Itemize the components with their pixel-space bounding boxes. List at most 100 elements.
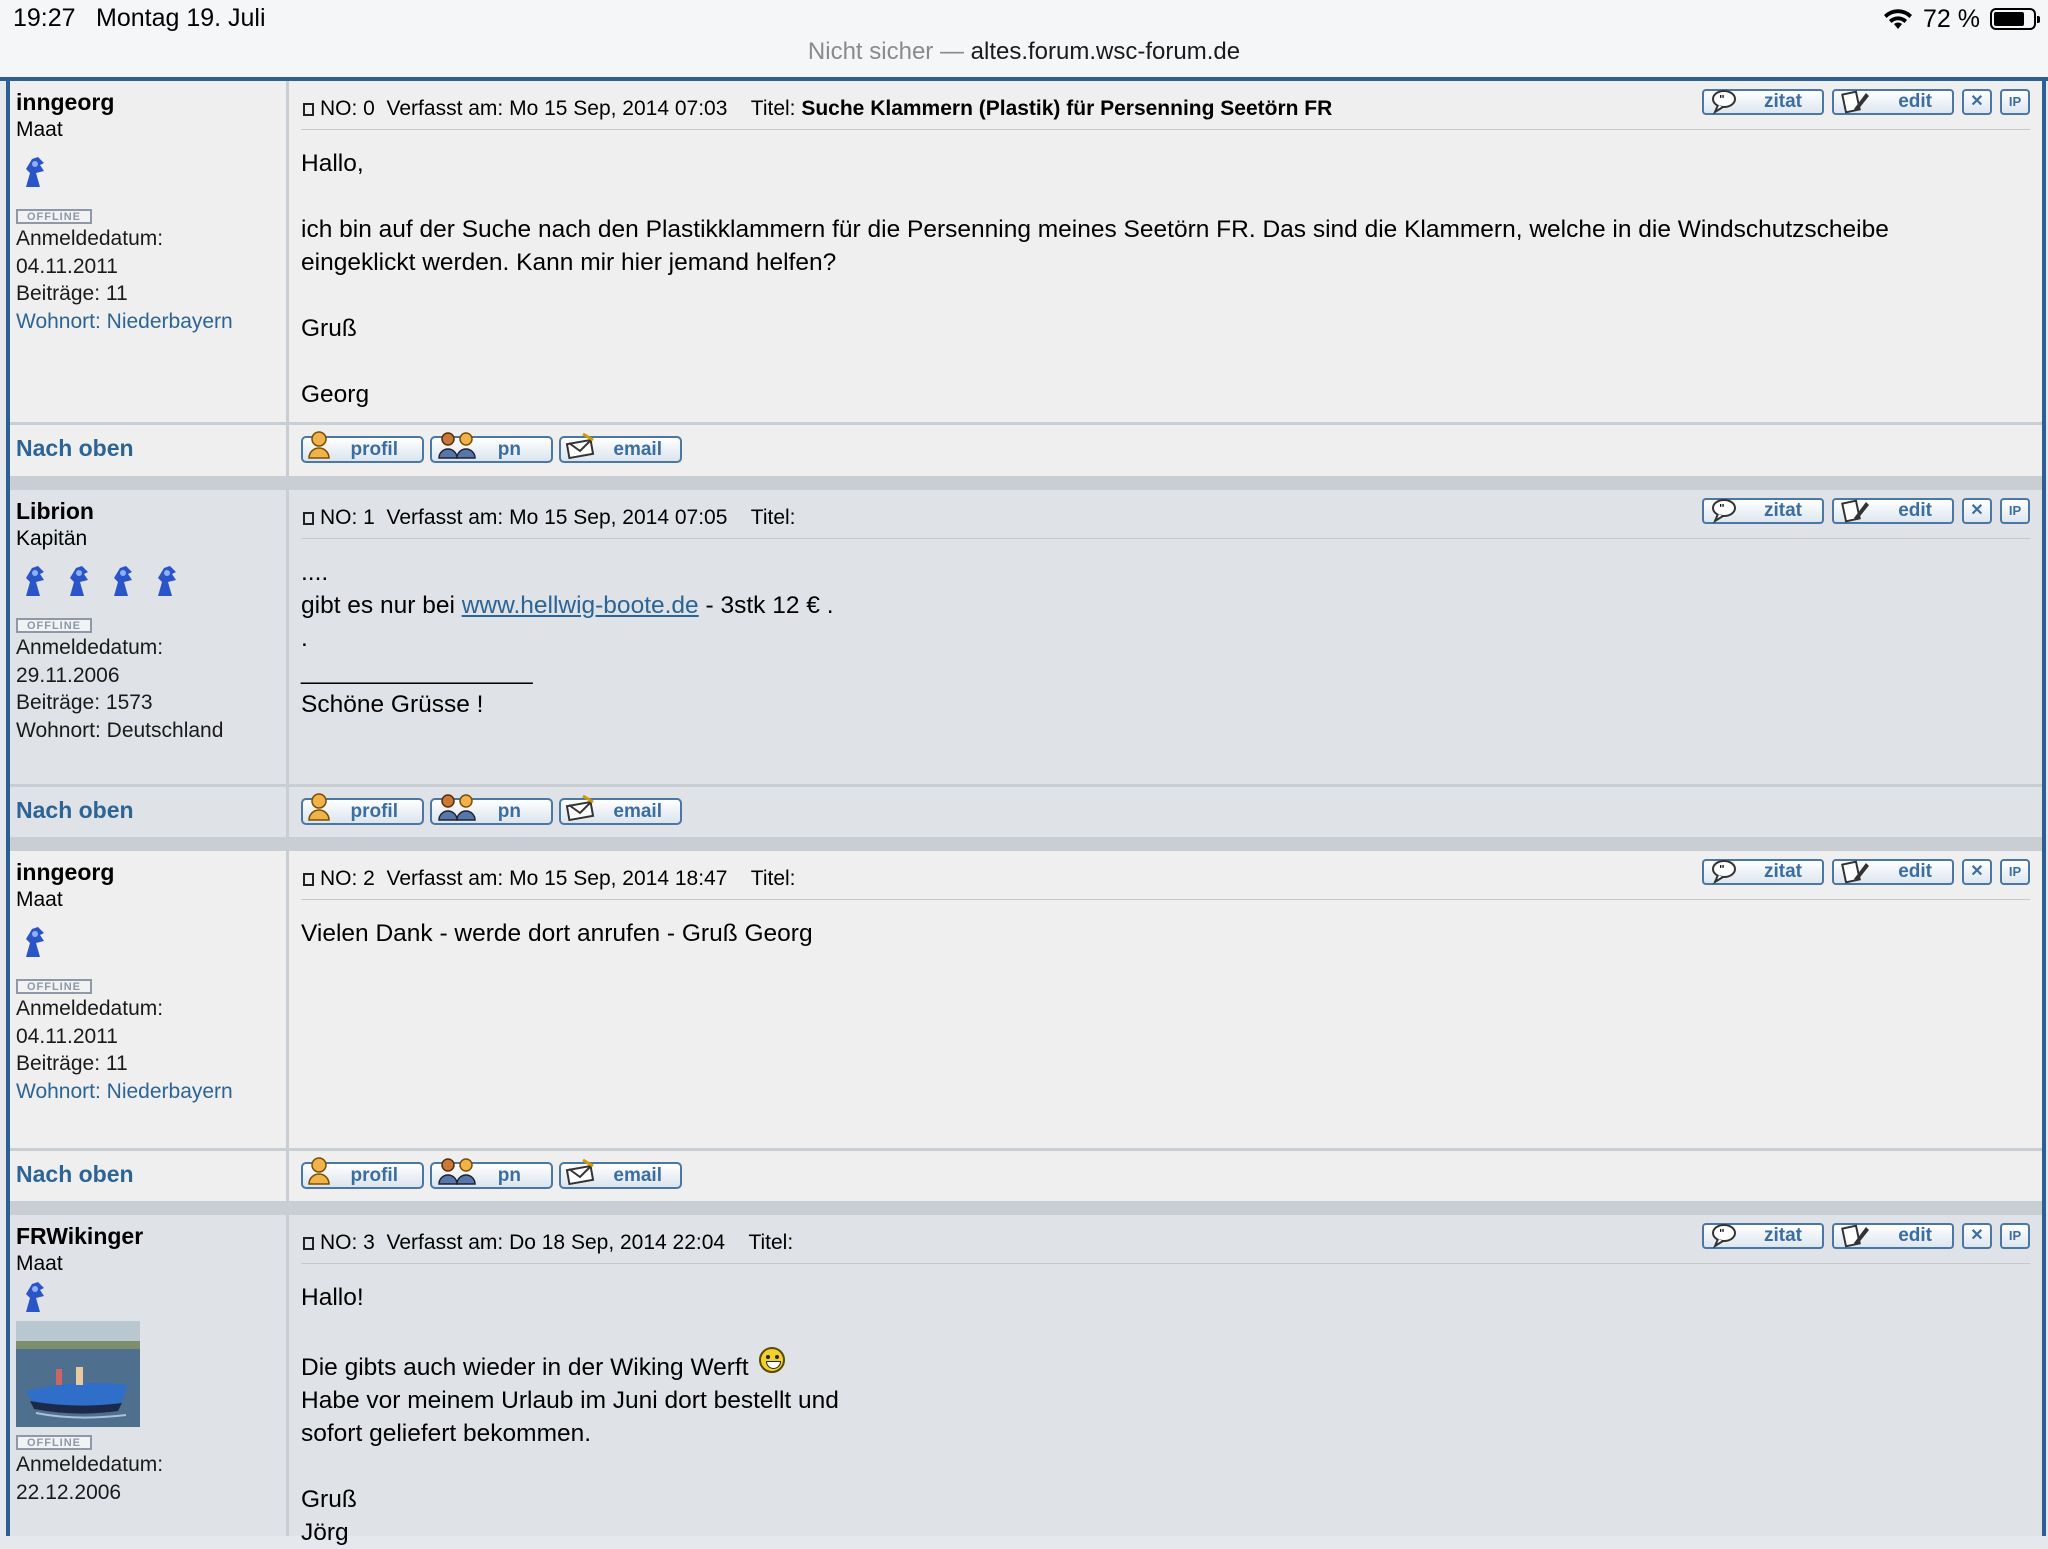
- quote-button[interactable]: " zitat: [1702, 498, 1824, 524]
- email-button[interactable]: email: [559, 794, 682, 825]
- delete-button[interactable]: ✕: [1962, 1223, 1992, 1249]
- hellwig-boote-link[interactable]: www.hellwig-boote.de: [462, 592, 699, 619]
- quote-button[interactable]: " zitat: [1702, 859, 1824, 885]
- post-count: Beiträge: 11: [16, 1052, 128, 1075]
- author-name[interactable]: FRWikinger: [16, 1221, 286, 1251]
- ios-status-bar: 19:27 Montag 19. Juli 72 % Nicht sicher …: [0, 0, 2048, 80]
- author-rank: Maat: [16, 1252, 63, 1275]
- profile-button[interactable]: profil: [301, 431, 424, 463]
- post-0: inngeorg Maat OFFLINE Anmeldedatum: 04.1…: [10, 81, 2042, 476]
- location: Wohnort: Niederbayern: [16, 309, 233, 333]
- post-number: NO: 3: [320, 1231, 375, 1254]
- join-date: 04.11.2011: [16, 1024, 118, 1048]
- rank-icons: [16, 552, 286, 610]
- edit-button[interactable]: edit: [1832, 1223, 1954, 1249]
- sailor-rank-icon: [26, 1282, 44, 1312]
- users-icon: [438, 794, 476, 821]
- profile-button[interactable]: profil: [301, 793, 424, 825]
- email-icon: [565, 1158, 595, 1186]
- edit-button[interactable]: edit: [1832, 89, 1954, 115]
- post-number: NO: 1: [320, 506, 375, 529]
- address-bar[interactable]: Nicht sicher — altes.forum.wsc-forum.de: [0, 38, 2048, 66]
- private-message-button[interactable]: pn: [430, 432, 553, 463]
- post-text: Vielen Dank - werde dort anrufen - Gruß …: [301, 920, 813, 947]
- post-header: NO: 0 Verfasst am: Mo 15 Sep, 2014 07:03…: [301, 89, 2030, 130]
- post-number: NO: 0: [320, 97, 375, 120]
- users-icon: [438, 432, 476, 459]
- join-date-label: Anmeldedatum:: [16, 997, 164, 1020]
- delete-button[interactable]: ✕: [1962, 859, 1992, 885]
- join-date: 29.11.2006: [16, 663, 120, 687]
- post-author-panel: inngeorg Maat OFFLINE Anmeldedatum: 04.1…: [10, 851, 286, 1148]
- location: Wohnort: Deutschland: [16, 718, 224, 742]
- battery-percentage: 72 %: [1923, 4, 1980, 33]
- post-icon: [303, 873, 314, 886]
- back-to-top-link[interactable]: Nach oben: [16, 797, 134, 824]
- post-icon: [303, 1237, 314, 1250]
- profile-button[interactable]: profil: [301, 1157, 424, 1189]
- delete-icon: ✕: [1970, 863, 1984, 880]
- post-2: inngeorg Maat OFFLINE Anmeldedatum: 04.1…: [10, 851, 2042, 1201]
- quote-icon: ": [1712, 90, 1736, 115]
- ip-button[interactable]: IP: [2000, 1223, 2030, 1249]
- back-to-top-link[interactable]: Nach oben: [16, 1161, 134, 1188]
- post-header: NO: 3 Verfasst am: Do 18 Sep, 2014 22:04…: [301, 1223, 2030, 1264]
- offline-badge: OFFLINE: [16, 209, 92, 224]
- author-rank: Maat: [16, 888, 63, 911]
- delete-button[interactable]: ✕: [1962, 498, 1992, 524]
- join-date: 04.11.2011: [16, 254, 118, 278]
- back-to-top-link[interactable]: Nach oben: [16, 435, 134, 462]
- rank-icons: [16, 143, 286, 201]
- delete-button[interactable]: ✕: [1962, 89, 1992, 115]
- quote-button[interactable]: " zitat: [1702, 1223, 1824, 1249]
- delete-icon: ✕: [1970, 93, 1984, 110]
- title-label: Titel:: [748, 1231, 794, 1254]
- not-secure-label: Nicht sicher —: [807, 38, 964, 65]
- quote-icon: ": [1712, 860, 1736, 885]
- post-3: FRWikinger Maat OFFLINE Anmeldedatum: 22…: [10, 1215, 2042, 1546]
- post-footer-right: profil pn email: [289, 425, 2042, 476]
- avatar-boat-photo: [16, 1321, 140, 1427]
- offline-badge: OFFLINE: [16, 1435, 92, 1450]
- post-body: NO: 2 Verfasst am: Mo 15 Sep, 2014 18:47…: [289, 851, 2042, 1148]
- email-button[interactable]: email: [559, 1158, 682, 1189]
- profile-icon: [308, 1157, 330, 1185]
- ip-button[interactable]: IP: [2000, 89, 2030, 115]
- private-message-button[interactable]: pn: [430, 794, 553, 825]
- post-date: Verfasst am: Do 18 Sep, 2014 22:04: [386, 1231, 726, 1254]
- post-icon: [303, 512, 314, 525]
- edit-icon: [1841, 90, 1869, 114]
- post-title: Suche Klammern (Plastik) für Persenning …: [801, 97, 1333, 120]
- ip-button[interactable]: IP: [2000, 859, 2030, 885]
- author-name[interactable]: Librion: [16, 496, 286, 526]
- svg-text:": ": [1719, 863, 1725, 876]
- ip-button[interactable]: IP: [2000, 498, 2030, 524]
- users-icon: [438, 1158, 476, 1185]
- join-date: 22.12.2006: [16, 1480, 122, 1504]
- email-button[interactable]: email: [559, 432, 682, 463]
- email-icon: [565, 794, 595, 822]
- ip-icon: IP: [2008, 94, 2022, 109]
- post-author-panel: FRWikinger Maat OFFLINE Anmeldedatum: 22…: [10, 1215, 286, 1536]
- private-message-button[interactable]: pn: [430, 1158, 553, 1189]
- title-label: Titel:: [750, 97, 796, 120]
- post-date: Verfasst am: Mo 15 Sep, 2014 18:47: [386, 867, 728, 890]
- sailor-rank-icon: [26, 566, 44, 596]
- delete-icon: ✕: [1970, 1227, 1984, 1244]
- post-author-panel: Librion Kapitän OFFLINE Anmeldedatum: 29…: [10, 490, 286, 784]
- author-name[interactable]: inngeorg: [16, 857, 286, 887]
- quote-icon: ": [1712, 1224, 1736, 1249]
- post-footer-left: Nach oben: [10, 787, 286, 837]
- post-footer-left: Nach oben: [10, 1151, 286, 1201]
- edit-icon: [1841, 1224, 1869, 1248]
- title-label: Titel:: [750, 506, 796, 529]
- edit-button[interactable]: edit: [1832, 859, 1954, 885]
- svg-text:": ": [1719, 93, 1725, 106]
- profile-icon: [308, 793, 330, 821]
- sailor-rank-icon: [26, 927, 44, 957]
- date: Montag 19. Juli: [96, 4, 266, 32]
- edit-button[interactable]: edit: [1832, 498, 1954, 524]
- quote-button[interactable]: " zitat: [1702, 89, 1824, 115]
- author-name[interactable]: inngeorg: [16, 87, 286, 117]
- signature: Schöne Grüsse !: [301, 691, 484, 718]
